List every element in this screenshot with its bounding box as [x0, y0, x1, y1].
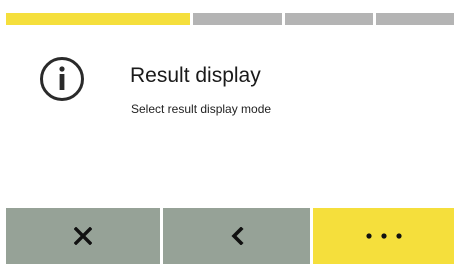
more-options-button[interactable]: [313, 208, 454, 264]
progress-step-1: [6, 13, 190, 25]
progress-step-3: [285, 13, 373, 25]
screen: Result display Select result display mod…: [0, 0, 454, 264]
info-icon: [39, 56, 85, 102]
chevron-left-icon: [230, 227, 244, 245]
progress-step-2: [192, 13, 283, 25]
progress-step-4: [375, 13, 454, 25]
step-progress-bar: [0, 13, 454, 25]
cancel-button[interactable]: [6, 208, 160, 264]
page-subtitle: Select result display mode: [131, 102, 272, 116]
back-button[interactable]: [163, 208, 310, 264]
page-title: Result display: [130, 64, 261, 87]
bottom-button-bar: [0, 208, 454, 264]
more-dots-icon: [365, 233, 402, 239]
close-icon: [74, 227, 92, 245]
